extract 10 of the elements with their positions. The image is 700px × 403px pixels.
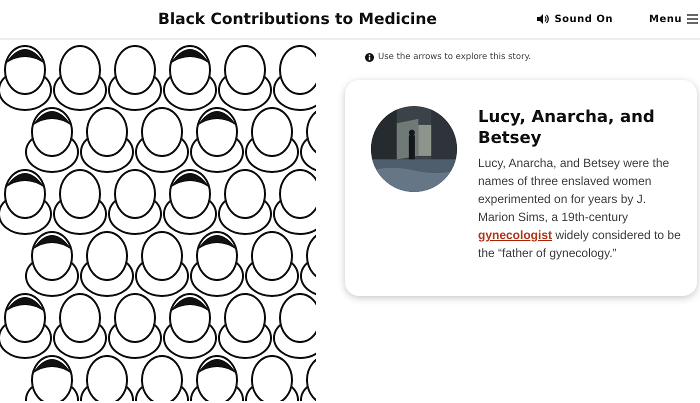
gynecologist-link[interactable]: gynecologist <box>478 228 552 242</box>
hint-text: Use the arrows to explore this story. <box>378 52 532 62</box>
speaker-icon <box>537 14 550 24</box>
menu-button[interactable]: Menu <box>649 14 698 24</box>
card-title: Lucy, Anarcha, and Betsey <box>478 106 656 148</box>
site-title: Black Contributions to Medicine <box>158 10 437 28</box>
info-icon <box>365 52 374 62</box>
story-text: Lucy, Anarcha, and Betsey were the names of three enslaved women experimented on for years by J. Marion Sims, a 19th-century gynecologist widely considered to be the “father of gynecology.” <box>478 155 682 262</box>
sound-button[interactable]: Sound On <box>537 14 614 24</box>
menu-icon <box>687 14 698 24</box>
